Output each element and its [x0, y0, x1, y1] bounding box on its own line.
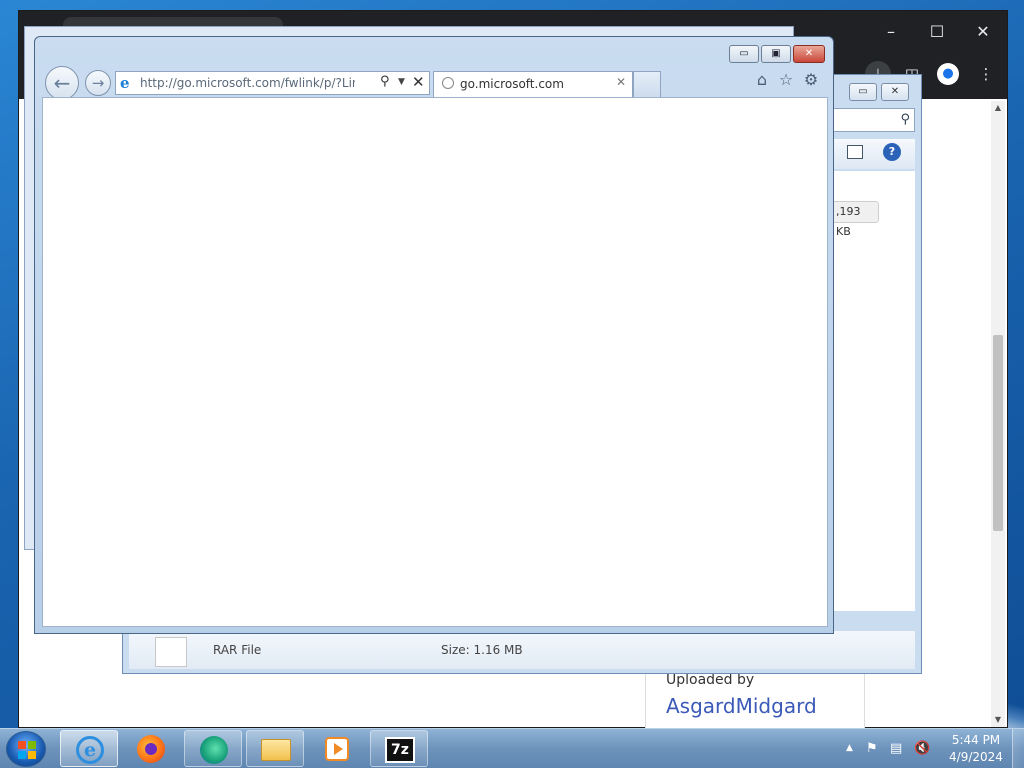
media-player-icon — [325, 737, 349, 761]
uploader-card: Uploaded by AsgardMidgard — [645, 665, 865, 729]
clock-time[interactable]: 5:44 PM — [948, 733, 1004, 747]
taskbar-edge[interactable] — [184, 730, 242, 767]
address-dropdown-icon[interactable]: ▼ — [398, 77, 405, 87]
back-icon[interactable]: ← — [45, 66, 79, 100]
preview-pane-icon[interactable] — [847, 145, 863, 159]
show-desktop-button[interactable] — [1012, 729, 1024, 768]
tab-close-icon[interactable]: ✕ — [616, 75, 626, 89]
network-icon[interactable]: ▤ — [890, 741, 902, 756]
ie-tab-title: go.microsoft.com — [460, 77, 564, 91]
chrome-maximize-button[interactable]: ☐ — [915, 19, 959, 45]
show-hidden-icons-icon[interactable]: ▲ — [846, 743, 853, 753]
folder-icon — [261, 739, 291, 761]
windows-logo-icon — [18, 741, 36, 759]
settings-icon[interactable]: ⚙ — [801, 70, 821, 90]
explorer-toolbar: ? — [831, 139, 915, 169]
new-tab-button[interactable] — [633, 71, 661, 97]
ie-maximize-button[interactable]: ▣ — [761, 45, 791, 63]
loading-icon — [442, 77, 454, 89]
file-type: RAR File — [213, 643, 262, 657]
clock-date[interactable]: 4/9/2024 — [944, 750, 1008, 764]
uploaded-by-label: Uploaded by — [666, 672, 755, 688]
ie-page-content[interactable] — [42, 97, 828, 627]
scroll-down-icon[interactable]: ▼ — [991, 713, 1005, 727]
help-icon[interactable]: ? — [883, 143, 901, 161]
uploader-link[interactable]: AsgardMidgard — [666, 694, 817, 718]
explorer-details-pane: RAR File Size: 1.16 MB — [129, 631, 915, 669]
file-size: Size: 1.16 MB — [441, 643, 523, 657]
search-icon: ⚲ — [900, 112, 910, 127]
forward-icon[interactable]: → — [85, 70, 111, 96]
stop-icon[interactable]: ✕ — [412, 73, 425, 91]
ie-window: ▭ ▣ ✕ ← → e http://go.microsoft.com/fwli… — [34, 36, 834, 634]
taskbar-7zip[interactable]: 7z — [370, 730, 428, 767]
7zip-icon: 7z — [385, 737, 415, 763]
taskbar: e 7z ▲ ⚑ ▤ 🔇 5:44 PM 4/9/2024 — [0, 728, 1024, 768]
taskbar-file-explorer[interactable] — [246, 730, 304, 767]
favorites-icon[interactable]: ☆ — [776, 70, 796, 90]
rar-file-icon — [155, 637, 187, 667]
file-size-label: Size: — [441, 643, 470, 657]
address-search-icon[interactable]: ⚲ — [380, 74, 390, 89]
taskbar-media-player[interactable] — [308, 730, 366, 767]
address-url[interactable]: http://go.microsoft.com/fwlink/p/?LinkId… — [140, 76, 355, 90]
scroll-thumb[interactable] — [993, 335, 1003, 531]
internet-explorer-icon: e — [76, 736, 104, 764]
address-bar[interactable]: e http://go.microsoft.com/fwlink/p/?Link… — [115, 71, 430, 95]
file-size-value: 1.16 MB — [473, 643, 523, 657]
explorer-minimize-button[interactable]: ▭ — [849, 83, 877, 101]
chrome-close-button[interactable]: ✕ — [961, 19, 1005, 45]
file-size-column: ,193 KB — [831, 201, 879, 238]
ie-close-button[interactable]: ✕ — [793, 45, 825, 63]
ie-page-icon: e — [120, 74, 130, 92]
firefox-icon — [137, 735, 165, 763]
taskbar-firefox[interactable] — [122, 730, 180, 767]
explorer-close-button[interactable]: ✕ — [881, 83, 909, 101]
chrome-menu-icon[interactable]: ⋮ — [973, 61, 999, 87]
taskbar-internet-explorer[interactable]: e — [60, 730, 118, 767]
action-center-flag-icon[interactable]: ⚑ — [866, 741, 878, 756]
ie-minimize-button[interactable]: ▭ — [729, 45, 759, 63]
chrome-minimize-button[interactable]: – — [869, 19, 913, 45]
profile-icon[interactable]: ● — [937, 63, 959, 85]
scroll-up-icon[interactable]: ▲ — [991, 101, 1005, 115]
edge-icon — [200, 736, 228, 764]
ie-tab[interactable]: go.microsoft.com ✕ — [433, 71, 633, 97]
volume-muted-icon[interactable]: 🔇 — [914, 741, 930, 756]
explorer-search-input[interactable]: ⚲ — [831, 108, 915, 132]
chrome-scrollbar[interactable]: ▲ ▼ — [991, 101, 1005, 727]
start-button[interactable] — [6, 731, 46, 767]
home-icon[interactable]: ⌂ — [752, 70, 772, 90]
